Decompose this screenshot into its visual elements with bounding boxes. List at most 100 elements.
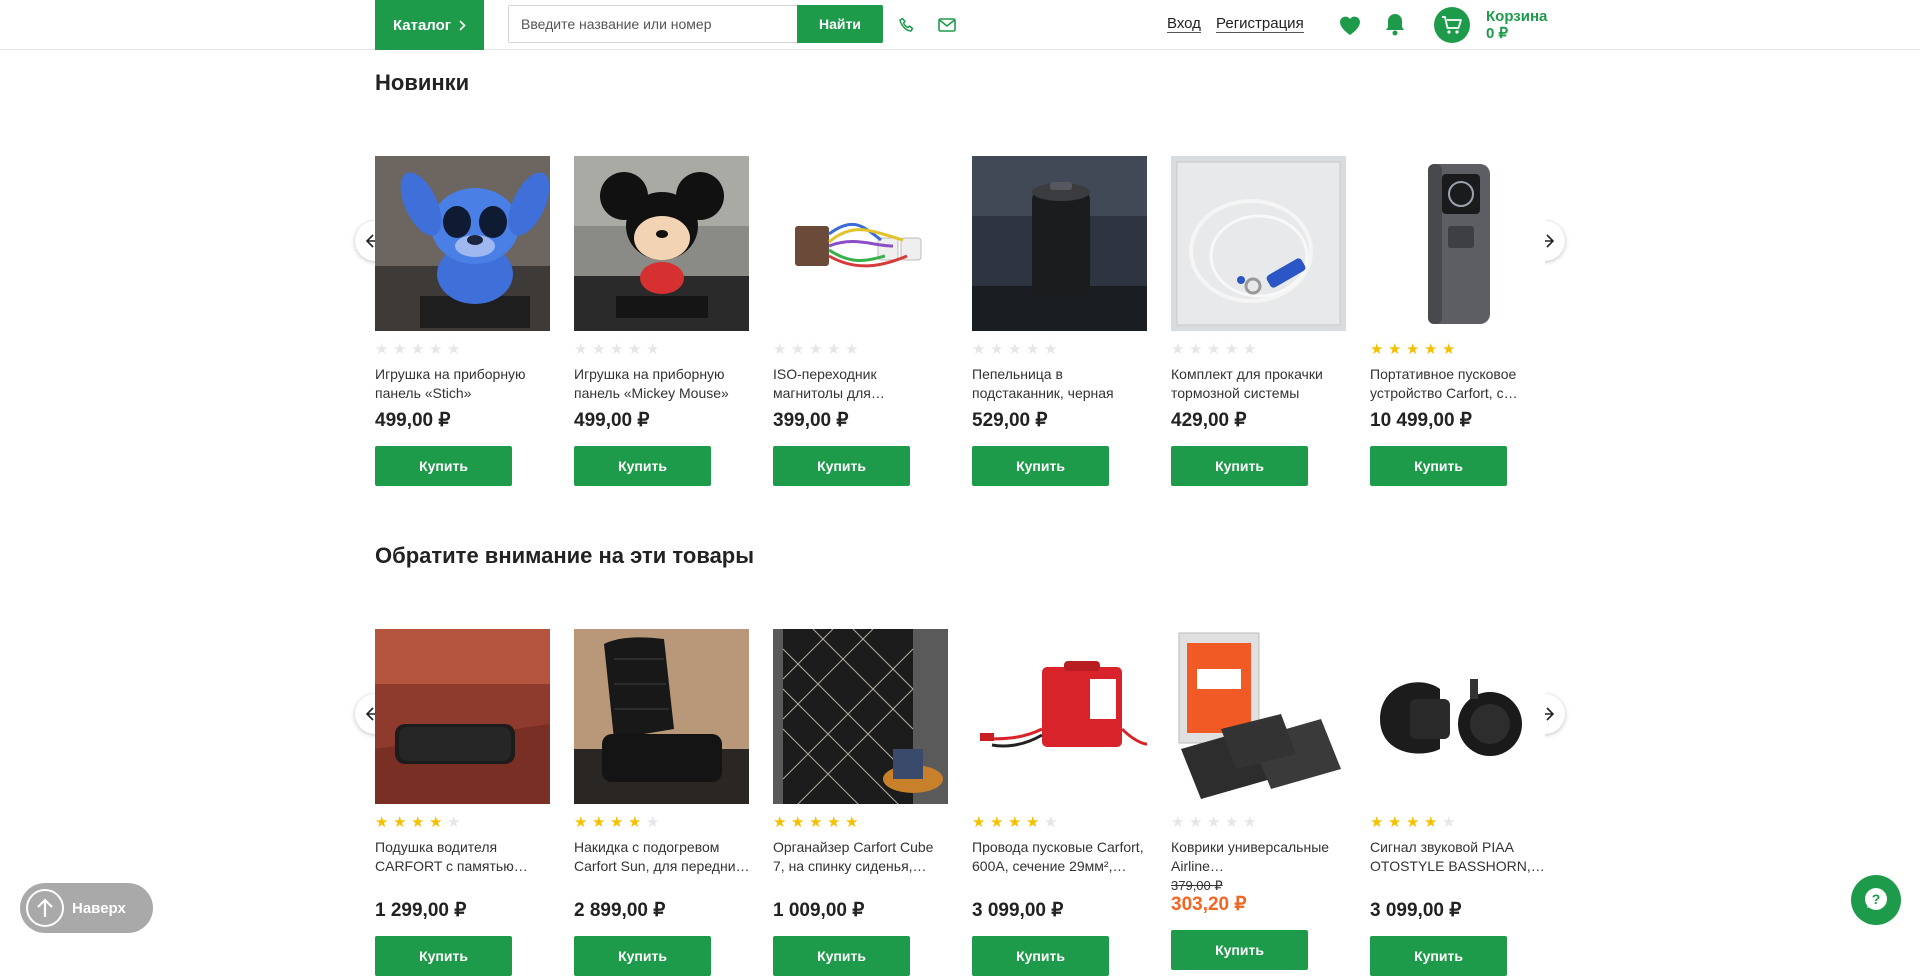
product-title[interactable]: Подушка водителя CARFORT с памятью… [375, 838, 551, 876]
product-image[interactable] [773, 156, 948, 331]
help-chat-button[interactable]: ? [1851, 875, 1901, 925]
product-image[interactable] [1370, 629, 1545, 804]
star-icon: ★ [1026, 341, 1040, 358]
rating-stars: ★ ★ ★ ★ ★ [1370, 814, 1546, 832]
buy-button[interactable]: Купить [1370, 936, 1507, 976]
buy-button[interactable]: Купить [1171, 446, 1308, 486]
product-image[interactable] [972, 629, 1147, 804]
star-icon: ★ [773, 341, 787, 358]
product-title[interactable]: Коврики универсальные Airline… [1171, 838, 1347, 876]
buy-button[interactable]: Купить [1370, 446, 1507, 486]
bell-icon[interactable] [1384, 12, 1406, 36]
star-icon: ★ [628, 814, 642, 831]
cart-button[interactable] [1434, 7, 1470, 43]
star-icon: ★ [1243, 341, 1257, 358]
product-title[interactable]: Накидка с подогревом Carfort Sun, для пе… [574, 838, 750, 876]
product-title[interactable]: Игрушка на приборную панель «Stich» [375, 365, 551, 403]
star-icon: ★ [1008, 341, 1022, 358]
product-image[interactable] [1370, 156, 1545, 331]
product-image[interactable] [574, 156, 749, 331]
buy-button[interactable]: Купить [773, 936, 910, 976]
product-card[interactable]: ★ ★ ★ ★ ★ Пепельница в подстаканник, черная … [972, 156, 1148, 486]
heart-icon[interactable] [1338, 13, 1362, 37]
buy-button[interactable]: Купить [574, 446, 711, 486]
product-title[interactable]: ISO-переходник магнитолы для… [773, 365, 949, 403]
product-title[interactable]: Органайзер Carfort Cube 7, на спинку сид… [773, 838, 949, 876]
star-icon: ★ [1189, 814, 1203, 831]
star-icon: ★ [1171, 341, 1185, 358]
mail-icon[interactable] [937, 15, 957, 35]
star-icon: ★ [1243, 814, 1257, 831]
star-icon: ★ [1388, 341, 1402, 358]
buy-button[interactable]: Купить [375, 446, 512, 486]
product-price: 499,00 ₽ [574, 410, 650, 431]
star-icon: ★ [1171, 814, 1185, 831]
product-image[interactable] [375, 156, 550, 331]
product-title[interactable]: Игрушка на приборную панель «Mickey Mous… [574, 365, 750, 403]
product-card[interactable]: ★ ★ ★ ★ ★ Коврики универсальные Airline… 379… [1171, 629, 1347, 970]
product-title[interactable]: Портативное пусковое устройство Carfort,… [1370, 365, 1546, 403]
cart-summary[interactable]: Корзина 0 ₽ [1486, 8, 1547, 42]
star-icon: ★ [592, 341, 606, 358]
buy-button[interactable]: Купить [574, 936, 711, 976]
star-icon: ★ [429, 814, 443, 831]
product-image[interactable] [1171, 629, 1346, 804]
star-icon: ★ [429, 341, 443, 358]
product-title[interactable]: Комплект для прокачки тормозной системы [1171, 365, 1347, 403]
product-card[interactable]: ★ ★ ★ ★ ★ Накидка с подогревом Carfort Sun, … [574, 629, 750, 976]
product-title[interactable]: Провода пусковые Carfort, 600А, сечение … [972, 838, 1148, 876]
star-icon: ★ [809, 814, 823, 831]
product-card[interactable]: ★ ★ ★ ★ ★ Игрушка на приборную панель «Stich… [375, 156, 551, 486]
product-image[interactable] [1171, 156, 1346, 331]
buy-button[interactable]: Купить [375, 936, 512, 976]
scroll-to-top-button[interactable]: Наверх [20, 883, 153, 933]
star-icon: ★ [809, 341, 823, 358]
product-card[interactable]: ★ ★ ★ ★ ★ ISO-переходник магнитолы для… 399,… [773, 156, 949, 486]
star-icon: ★ [1008, 814, 1022, 831]
star-icon: ★ [1044, 814, 1058, 831]
login-link[interactable]: Вход [1167, 15, 1201, 33]
product-card[interactable]: ★ ★ ★ ★ ★ Портативное пусковое устройство Ca… [1370, 156, 1546, 486]
star-icon: ★ [1044, 341, 1058, 358]
product-price: 529,00 ₽ [972, 410, 1048, 431]
product-card[interactable]: ★ ★ ★ ★ ★ Подушка водителя CARFORT с памятью… [375, 629, 551, 976]
star-icon: ★ [411, 814, 425, 831]
register-link[interactable]: Регистрация [1216, 15, 1304, 33]
phone-icon[interactable] [897, 15, 917, 35]
rating-stars: ★ ★ ★ ★ ★ [574, 814, 750, 832]
product-title[interactable]: Пепельница в подстаканник, черная [972, 365, 1148, 403]
catalog-button[interactable]: Каталог [375, 0, 484, 50]
buy-button[interactable]: Купить [1171, 930, 1308, 970]
product-card[interactable]: ★ ★ ★ ★ ★ Игрушка на приборную панель «Micke… [574, 156, 750, 486]
product-price: 399,00 ₽ [773, 410, 849, 431]
rating-stars: ★ ★ ★ ★ ★ [773, 814, 949, 832]
product-card[interactable]: ★ ★ ★ ★ ★ Провода пусковые Carfort, 600А, се… [972, 629, 1148, 976]
old-price: 379,00 ₽ [1171, 878, 1223, 893]
cart-total: 0 ₽ [1486, 25, 1509, 42]
star-icon: ★ [1406, 814, 1420, 831]
product-image[interactable] [773, 629, 948, 804]
star-icon: ★ [1388, 814, 1402, 831]
product-card[interactable]: ★ ★ ★ ★ ★ Комплект для прокачки тормозной си… [1171, 156, 1347, 486]
star-icon: ★ [411, 341, 425, 358]
buy-button[interactable]: Купить [972, 446, 1109, 486]
search-input[interactable] [509, 6, 797, 42]
svg-text:?: ? [1872, 891, 1881, 907]
product-image[interactable] [375, 629, 550, 804]
star-icon: ★ [393, 814, 407, 831]
product-price: 1 009,00 ₽ [773, 900, 865, 921]
product-image[interactable] [972, 156, 1147, 331]
product-title[interactable]: Сигнал звуковой PIAA OTOSTYLE BASSHORN,… [1370, 838, 1546, 876]
star-icon: ★ [1442, 341, 1456, 358]
site-header: Каталог Найти Вход Регистрация Корзина 0… [0, 0, 1920, 50]
product-card[interactable]: ★ ★ ★ ★ ★ Сигнал звуковой PIAA OTOSTYLE BASS… [1370, 629, 1546, 976]
star-icon: ★ [827, 814, 841, 831]
buy-button[interactable]: Купить [972, 936, 1109, 976]
star-icon: ★ [972, 814, 986, 831]
product-price: 2 899,00 ₽ [574, 900, 666, 921]
star-icon: ★ [592, 814, 606, 831]
product-image[interactable] [574, 629, 749, 804]
search-button[interactable]: Найти [797, 5, 883, 43]
product-card[interactable]: ★ ★ ★ ★ ★ Органайзер Carfort Cube 7, на спин… [773, 629, 949, 976]
buy-button[interactable]: Купить [773, 446, 910, 486]
